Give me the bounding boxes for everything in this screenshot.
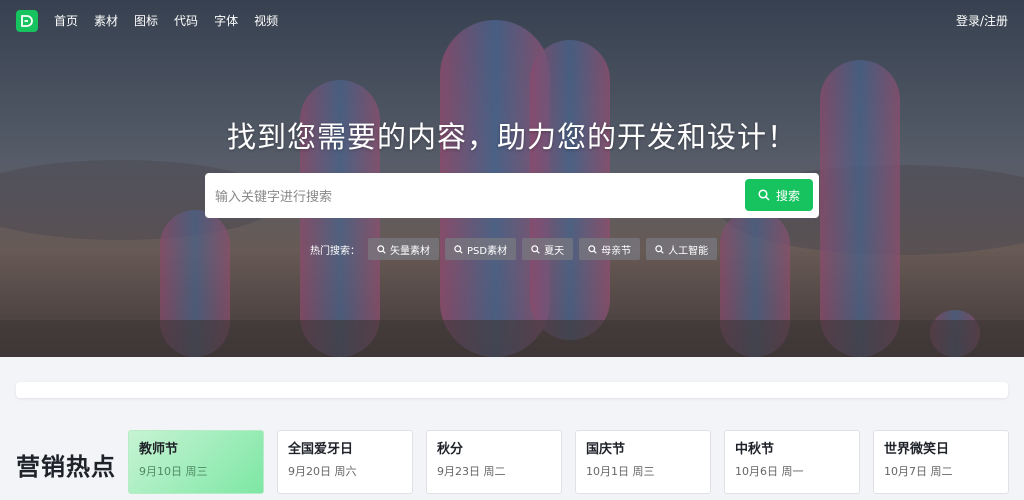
marketing-card[interactable]: 国庆节 10月1日 周三 <box>575 430 711 494</box>
marketing-cards: 教师节 9月10日 周三 全国爱牙日 9月20日 周六 秋分 9月23日 周二 … <box>128 430 1009 494</box>
hot-tag-label: PSD素材 <box>467 245 508 257</box>
hot-tag[interactable]: 夏天 <box>522 238 574 260</box>
nav-links: 首页 素材 图标 代码 字体 视频 <box>54 12 278 30</box>
hot-tag[interactable]: 矢量素材 <box>368 238 439 260</box>
search-button[interactable]: 搜索 <box>745 179 813 211</box>
marketing-section-title: 营销热点 <box>16 453 116 481</box>
hot-tag-label: 人工智能 <box>668 245 709 257</box>
hot-searches: 热门搜索： 矢量素材 PSD素材 夏天 母亲节 人工智能 <box>310 238 718 260</box>
search-button-label: 搜索 <box>775 188 800 203</box>
hot-tag[interactable]: PSD素材 <box>445 238 517 260</box>
hot-searches-label: 热门搜索： <box>310 245 360 257</box>
nav-link-videos[interactable]: 视频 <box>254 12 278 30</box>
marketing-card[interactable]: 世界微笑日 10月7日 周二 <box>873 430 1009 494</box>
search-icon <box>454 244 463 254</box>
marketing-card-title: 全国爱牙日 <box>288 442 354 457</box>
marketing-card-date: 9月23日 周二 <box>437 465 506 478</box>
search-input[interactable] <box>215 184 735 208</box>
marketing-card-date: 9月20日 周六 <box>288 465 357 478</box>
marketing-card-date: 10月1日 周三 <box>586 465 655 478</box>
search-icon <box>655 244 664 254</box>
nav-link-code[interactable]: 代码 <box>174 12 198 30</box>
nav-link-fonts[interactable]: 字体 <box>214 12 238 30</box>
search-box: 搜索 <box>205 173 819 218</box>
hot-tag-label: 母亲节 <box>601 245 632 257</box>
login-register-link[interactable]: 登录/注册 <box>956 12 1008 30</box>
hot-tag-label: 夏天 <box>544 245 565 257</box>
marketing-card[interactable]: 中秋节 10月6日 周一 <box>724 430 860 494</box>
marketing-card-title: 中秋节 <box>735 442 775 457</box>
marketing-card-date: 9月10日 周三 <box>139 465 208 478</box>
marketing-card-title: 国庆节 <box>586 442 626 457</box>
marketing-card[interactable]: 秋分 9月23日 周二 <box>426 430 562 494</box>
site-logo[interactable] <box>16 10 38 32</box>
marketing-card-title: 教师节 <box>139 442 179 457</box>
hot-tag[interactable]: 人工智能 <box>646 238 718 260</box>
nav-link-icons[interactable]: 图标 <box>134 12 158 30</box>
top-nav: 首页 素材 图标 代码 字体 视频 登录/注册 <box>0 0 1024 42</box>
hot-tag[interactable]: 母亲节 <box>579 238 641 260</box>
category-strip <box>16 382 1008 398</box>
nav-link-materials[interactable]: 素材 <box>94 12 118 30</box>
logo-icon <box>21 15 33 27</box>
marketing-card-title: 秋分 <box>437 442 464 457</box>
hero-headline: 找到您需要的内容，助力您的开发和设计！ <box>226 120 797 154</box>
nav-link-home[interactable]: 首页 <box>54 12 78 30</box>
search-icon <box>758 189 770 201</box>
search-icon <box>588 244 597 254</box>
marketing-card[interactable]: 全国爱牙日 9月20日 周六 <box>277 430 413 494</box>
marketing-card-date: 10月7日 周二 <box>884 465 953 478</box>
marketing-card-date: 10月6日 周一 <box>735 465 804 478</box>
marketing-card-title: 世界微笑日 <box>884 442 950 457</box>
search-icon <box>531 244 540 254</box>
hero-banner: 首页 素材 图标 代码 字体 视频 登录/注册 找到您需要的内容，助力您的开发和… <box>0 0 1024 357</box>
hot-tag-label: 矢量素材 <box>390 245 430 257</box>
search-icon <box>377 244 386 254</box>
marketing-card[interactable]: 教师节 9月10日 周三 <box>128 430 264 494</box>
